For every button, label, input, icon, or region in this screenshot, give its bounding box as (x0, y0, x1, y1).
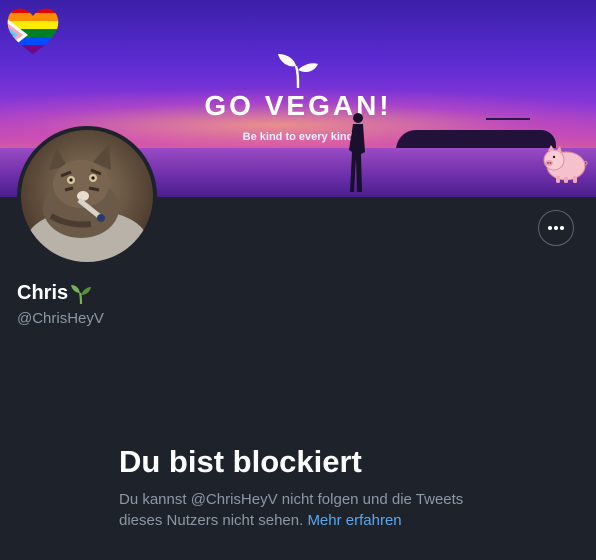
profile-avatar[interactable] (17, 126, 157, 266)
progress-pride-heart-icon (7, 8, 59, 54)
more-dots-icon (548, 226, 564, 230)
blocked-message: Du kannst @ChrisHeyV nicht folgen und di… (119, 489, 499, 531)
profile-handle: @ChrisHeyV (17, 310, 104, 327)
banner-headline: GO VEGAN! (204, 90, 392, 121)
seedling-icon (71, 284, 92, 304)
blocked-title: Du bist blockiert (119, 444, 362, 479)
profile-name-row: Chris (17, 282, 92, 305)
more-options-button[interactable] (538, 210, 574, 246)
profile-name: Chris (17, 282, 69, 304)
blocked-message-text: Du kannst @ChrisHeyV nicht folgen und di… (119, 491, 464, 529)
pig-icon (543, 145, 588, 183)
sprout-logo-icon (278, 54, 318, 89)
cat-photo (27, 144, 147, 262)
walking-person-silhouette (349, 113, 365, 192)
learn-more-link[interactable]: Mehr erfahren (307, 512, 401, 529)
